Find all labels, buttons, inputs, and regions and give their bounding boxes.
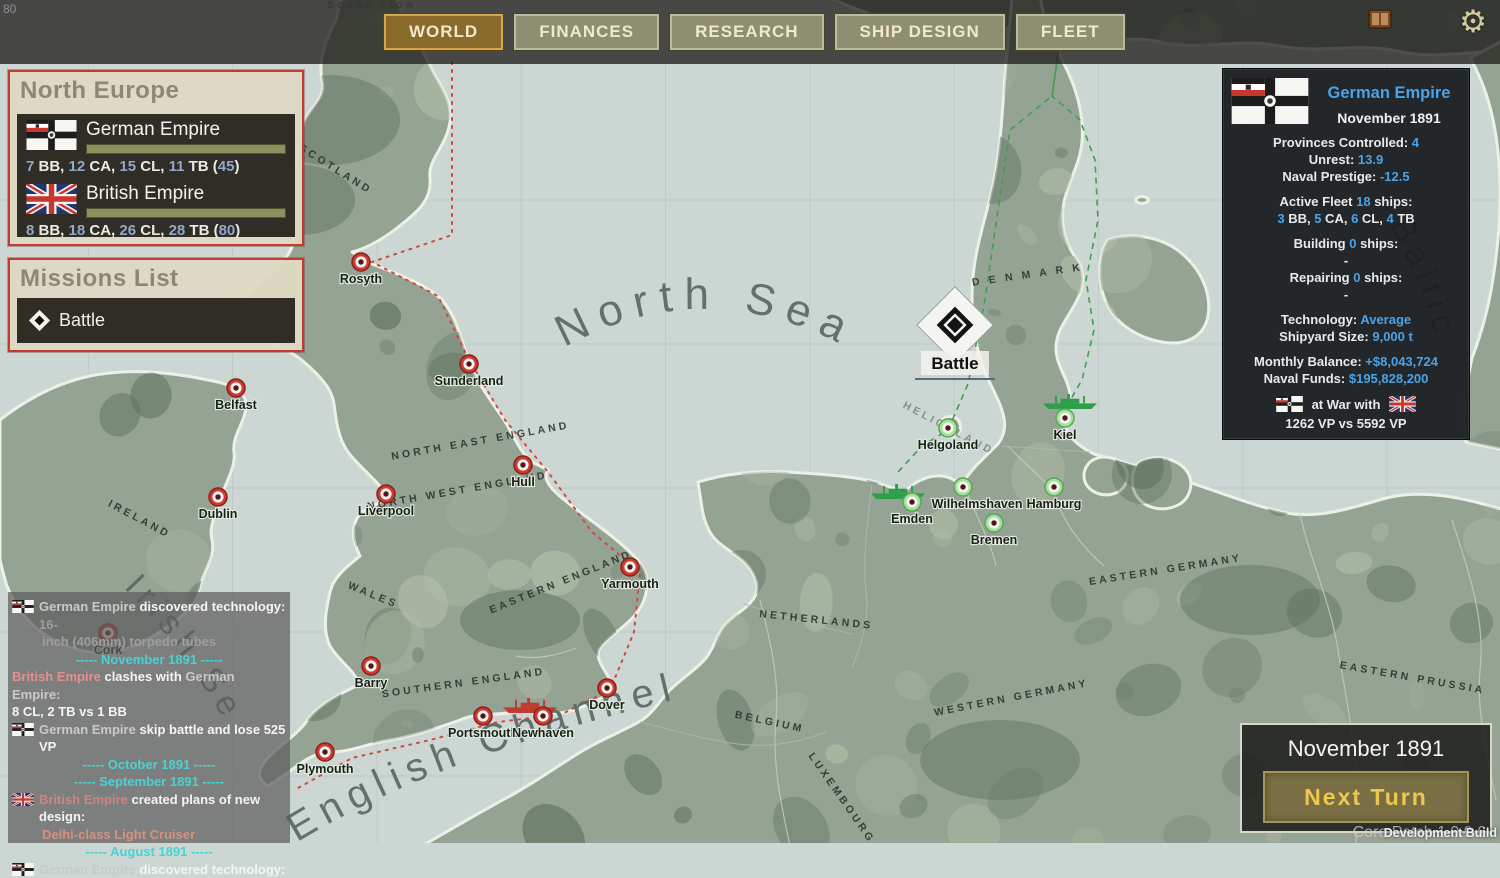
city-label: Newhaven <box>512 726 574 740</box>
version-labels: Core Patch 1.0.9.6 Development Build <box>1238 821 1498 843</box>
empire-row[interactable]: British Empire 8 BB, 18 CA, 26 CL, 28 TB … <box>26 184 286 239</box>
log-line: German Empire discovered technology: <box>12 861 286 878</box>
empire-strength-bar <box>86 144 286 154</box>
country-stats: Provinces Controlled: 4Unrest: 13.9Naval… <box>1231 134 1461 387</box>
german-empire-flag <box>12 600 34 613</box>
empire-row[interactable]: German Empire 7 BB, 12 CA, 15 CL, 11 TB (… <box>26 120 286 175</box>
tab-fleet[interactable]: FLEET <box>1015 13 1126 51</box>
city-label: Hamburg <box>1027 497 1082 511</box>
stat-monthly-balance-: Monthly Balance: +$8,043,724 <box>1231 353 1461 370</box>
stat-provinces-controlled-: Provinces Controlled: 4 <box>1231 134 1461 151</box>
repairing-header: Repairing 0 ships: <box>1231 269 1461 286</box>
repairing-detail: - <box>1231 286 1461 303</box>
active-fleet-composition: 3 BB, 5 CA, 6 CL, 4 TB <box>1231 210 1461 227</box>
city-label: Barry <box>355 676 388 690</box>
city-label: Bremen <box>971 533 1018 547</box>
log-line: British Empire created plans of new desi… <box>12 791 286 826</box>
british-empire-flag <box>12 793 34 806</box>
region-overview-panel: North Europe German Empire 7 BB, 12 CA, 1… <box>8 70 304 246</box>
stat-naval-funds-: Naval Funds: $195,828,200 <box>1231 370 1461 387</box>
building-header: Building 0 ships: <box>1231 235 1461 252</box>
development-build-label: Development Build <box>1384 826 1497 840</box>
city-label: Emden <box>891 512 933 526</box>
stat-shipyard-size-: Shipyard Size: 9,000 t <box>1231 328 1461 345</box>
stat-unrest-: Unrest: 13.9 <box>1231 151 1461 168</box>
city-label: Dublin <box>199 507 238 521</box>
tab-world[interactable]: WORLD <box>383 13 504 51</box>
german-empire-flag <box>12 863 34 876</box>
british-empire-flag-small <box>1389 396 1416 412</box>
turn-panel: November 1891 Next Turn <box>1240 723 1492 833</box>
city-label: Belfast <box>215 398 258 412</box>
city-label: Portsmouth <box>448 726 518 740</box>
stat-technology-: Technology: Average <box>1231 311 1461 328</box>
country-status-panel: German Empire November 1891 Provinces Co… <box>1222 68 1470 440</box>
log-line: German Empire discovered technology: 16- <box>12 598 286 633</box>
log-line: British Empire clashes with German Empir… <box>12 668 286 703</box>
battle-diamond-icon <box>29 310 50 331</box>
city-label: Sunderland <box>435 374 504 388</box>
city-label: Hull <box>511 475 535 489</box>
tab-ship-design[interactable]: SHIP DESIGN <box>834 13 1006 51</box>
city-label: Rosyth <box>340 272 382 286</box>
next-turn-button[interactable]: Next Turn <box>1263 771 1469 823</box>
city-label: Plymouth <box>297 762 354 776</box>
log-line: ----- September 1891 ----- <box>12 773 286 791</box>
war-status-row: at War with <box>1231 396 1461 412</box>
city-label: Helgoland <box>918 438 978 452</box>
german-empire-flag-small <box>1276 396 1303 412</box>
missions-panel-title: Missions List <box>20 265 292 293</box>
map-coordinate-label: 80 <box>3 2 16 16</box>
mission-item-battle[interactable]: Battle <box>17 298 295 343</box>
country-date: November 1891 <box>1317 110 1461 126</box>
game-screen: { "top_bar": { "coord_label": "80", "tab… <box>0 0 1500 843</box>
region-panel-title: North Europe <box>20 77 292 105</box>
empire-fleet-summary: 8 BB, 18 CA, 26 CL, 28 TB (80) <box>26 222 286 239</box>
country-name: German Empire <box>1317 84 1461 103</box>
city-label: Dover <box>589 698 625 712</box>
empire-list: German Empire 7 BB, 12 CA, 15 CL, 11 TB (… <box>17 114 295 237</box>
log-line: ----- November 1891 ----- <box>12 651 286 669</box>
log-line: German Empire skip battle and lose 525 V… <box>12 721 286 756</box>
city-label: Liverpool <box>358 504 414 518</box>
gear-icon[interactable]: ⚙ <box>1453 0 1493 44</box>
city-label: Kiel <box>1054 428 1077 442</box>
victory-points: 1262 VP vs 5592 VP <box>1231 416 1461 431</box>
empire-name: German Empire <box>86 120 286 140</box>
city-label: Wilhelmshaven <box>932 497 1023 511</box>
battle-marker-label: Battle <box>931 354 978 373</box>
empire-strength-bar <box>86 208 286 218</box>
log-line: ----- August 1891 ----- <box>12 843 286 861</box>
tab-research[interactable]: RESEARCH <box>669 13 824 51</box>
missions-panel: Missions List Battle <box>8 258 304 352</box>
mission-label: Battle <box>59 310 105 331</box>
current-turn-date: November 1891 <box>1242 736 1490 762</box>
log-line: inch (406mm) torpedo tubes <box>12 633 286 651</box>
stat-naval-prestige-: Naval Prestige: -12.5 <box>1231 168 1461 185</box>
british-empire-flag <box>26 184 77 214</box>
empire-name: British Empire <box>86 184 286 204</box>
city-label: Yarmouth <box>601 577 659 591</box>
german-empire-flag <box>26 120 77 150</box>
ledger-icon[interactable] <box>1366 6 1394 32</box>
log-line: Delhi-class Light Cruiser <box>12 826 286 844</box>
log-line: 8 CL, 2 TB vs 1 BB <box>12 703 286 721</box>
tab-finances[interactable]: FINANCES <box>513 13 660 51</box>
war-text: at War with <box>1312 397 1381 412</box>
top-bar: 80 WORLDFINANCESRESEARCH SHIP DESIGNFLEET… <box>0 0 1500 64</box>
main-nav-tabs: WORLDFINANCESRESEARCH SHIP DESIGNFLEET <box>383 13 1126 51</box>
log-line: ----- October 1891 ----- <box>12 756 286 774</box>
active-fleet-header: Active Fleet 18 ships: <box>1231 193 1461 210</box>
event-log[interactable]: German Empire discovered technology: 16-… <box>8 592 290 843</box>
german-empire-flag <box>12 723 34 736</box>
building-detail: - <box>1231 252 1461 269</box>
german-empire-flag <box>1231 78 1309 124</box>
empire-fleet-summary: 7 BB, 12 CA, 15 CL, 11 TB (45) <box>26 158 286 175</box>
